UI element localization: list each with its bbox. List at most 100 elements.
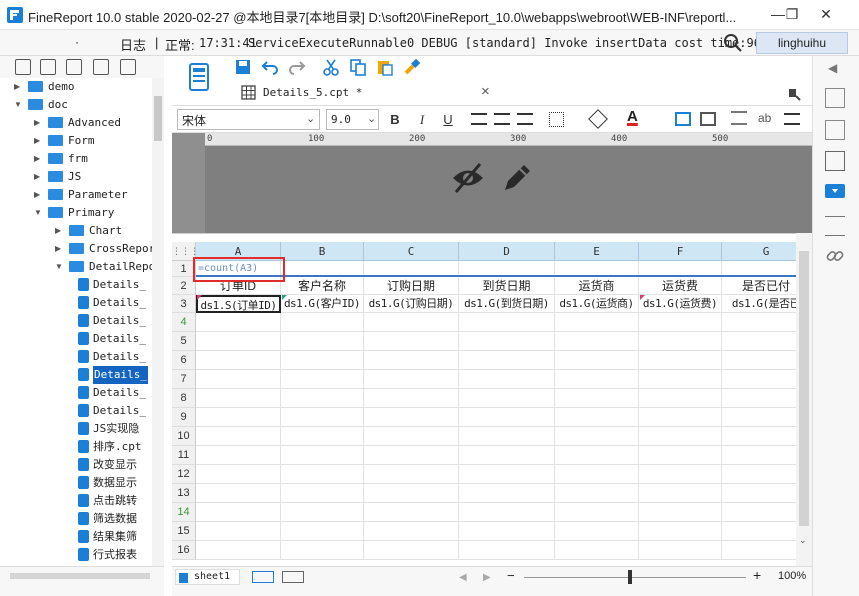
- grid-cell[interactable]: [459, 484, 555, 503]
- grid-cell[interactable]: [364, 446, 459, 465]
- grid-cell[interactable]: [281, 427, 364, 446]
- sheet-prev-icon[interactable]: ◀: [459, 572, 467, 583]
- grid-cell[interactable]: [459, 332, 555, 351]
- grid-body[interactable]: 1 2 订单ID 客户名称 订购日期 到货日期 运货商 运货费 是否已付 3 ds1.S(订单ID)…: [172, 257, 812, 571]
- expand-right-icon[interactable]: ▶: [55, 240, 65, 258]
- grid-cell[interactable]: [364, 351, 459, 370]
- row-header[interactable]: 7: [172, 370, 196, 389]
- data-field-cell[interactable]: ds1.G(运货费): [639, 295, 722, 313]
- search-icon[interactable]: [722, 32, 744, 54]
- grid-cell[interactable]: [639, 446, 722, 465]
- grid-cell[interactable]: [639, 427, 722, 446]
- condition-attribute-icon[interactable]: [825, 216, 845, 236]
- grid-cell[interactable]: [281, 313, 364, 332]
- tree-folder[interactable]: ▶ frm: [34, 150, 163, 168]
- grid-cell[interactable]: [555, 427, 639, 446]
- expand-right-icon[interactable]: ▶: [34, 114, 44, 132]
- expand-down-icon[interactable]: ▼: [34, 204, 44, 222]
- align-left-icon[interactable]: [471, 113, 487, 125]
- expand-right-icon[interactable]: ▶: [34, 168, 44, 186]
- tree-folder[interactable]: ▶ Form: [34, 132, 163, 150]
- tab-menu-icon[interactable]: [786, 86, 802, 102]
- grid-cell[interactable]: [639, 389, 722, 408]
- sheet-tab[interactable]: sheet1: [175, 569, 240, 585]
- tree-folder[interactable]: ▶ Advanced: [34, 114, 163, 132]
- grid-cell[interactable]: [459, 389, 555, 408]
- grid-cell[interactable]: [281, 446, 364, 465]
- spreadsheet-grid[interactable]: ⋮⋮⋮ ABCDEFG 1 2 订单ID 客户名称 订购日期 到货日期 运货商 运货费 是否已付…: [172, 233, 812, 566]
- cell-element-icon[interactable]: [825, 88, 845, 108]
- tree-file[interactable]: Details_: [75, 348, 163, 366]
- grid-scrollbar[interactable]: ⌄: [796, 233, 812, 566]
- grid-cell[interactable]: [364, 370, 459, 389]
- template-tab[interactable]: Details_5.cpt * ×: [235, 80, 503, 106]
- tree-file[interactable]: Details_: [75, 330, 163, 348]
- template-icon[interactable]: [188, 62, 210, 92]
- close-button[interactable]: ✕: [811, 0, 841, 30]
- bold-button[interactable]: B: [386, 110, 404, 130]
- grid-cell[interactable]: [364, 332, 459, 351]
- grid-cell[interactable]: [281, 465, 364, 484]
- expand-right-icon[interactable]: ▶: [34, 150, 44, 168]
- tree-file[interactable]: 数据显示: [75, 474, 163, 492]
- tree-folder[interactable]: ▶ Parameter: [34, 186, 163, 204]
- data-field-cell[interactable]: ds1.G(订购日期): [364, 295, 459, 313]
- settings-icon[interactable]: [93, 59, 109, 75]
- grid-cell[interactable]: [459, 541, 555, 560]
- header-cell[interactable]: 客户名称: [281, 277, 364, 295]
- grid-cell[interactable]: [196, 503, 281, 522]
- grid-cell[interactable]: [281, 541, 364, 560]
- expand-right-icon[interactable]: ▶: [14, 78, 24, 96]
- grid-cell[interactable]: [196, 370, 281, 389]
- row-header[interactable]: 14: [172, 503, 196, 522]
- grid-cell[interactable]: [639, 541, 722, 560]
- grid-cell[interactable]: [196, 446, 281, 465]
- tree-file[interactable]: Details_: [75, 366, 163, 384]
- add-report-sheet-icon[interactable]: [252, 571, 274, 583]
- border-icon[interactable]: [549, 112, 564, 127]
- paste-icon[interactable]: [376, 58, 394, 76]
- redo-icon[interactable]: [288, 58, 306, 76]
- grid-cell[interactable]: [459, 313, 555, 332]
- grid-cell[interactable]: [555, 351, 639, 370]
- grid-cell[interactable]: [639, 465, 722, 484]
- font-select[interactable]: 宋体 ⌄: [177, 109, 320, 130]
- grid-cell[interactable]: [196, 541, 281, 560]
- row-header[interactable]: 15: [172, 522, 196, 541]
- tree-file[interactable]: 行式报表: [75, 546, 163, 564]
- merge-cell-icon[interactable]: [675, 112, 691, 126]
- grid-cell[interactable]: [639, 408, 722, 427]
- hyperlink-icon[interactable]: [825, 246, 845, 266]
- zoom-out-button[interactable]: −: [507, 568, 515, 583]
- tab-label[interactable]: Details_5.cpt *: [263, 86, 362, 99]
- grid-cell[interactable]: [281, 503, 364, 522]
- column-header[interactable]: D: [459, 242, 555, 261]
- grid-cell[interactable]: [196, 389, 281, 408]
- fill-color-icon[interactable]: [588, 109, 608, 129]
- row-header[interactable]: 5: [172, 332, 196, 351]
- grid-cell[interactable]: [459, 446, 555, 465]
- tree-file[interactable]: 结果集筛: [75, 528, 163, 546]
- tab-close-icon[interactable]: ×: [481, 83, 490, 100]
- tree-folder[interactable]: ▼ Primary: [34, 204, 163, 222]
- grid-cell[interactable]: [196, 522, 281, 541]
- header-cell[interactable]: 订购日期: [364, 277, 459, 295]
- grid-cell[interactable]: [459, 408, 555, 427]
- edit-pencil-icon[interactable]: [500, 161, 534, 195]
- open-file-icon[interactable]: [66, 59, 82, 75]
- data-field-cell[interactable]: ds1.S(订单ID): [196, 295, 281, 313]
- tree-file[interactable]: 排序.cpt: [75, 438, 163, 456]
- expand-down-icon[interactable]: ▼: [55, 258, 65, 276]
- indent-icon[interactable]: [784, 113, 800, 125]
- grid-cell[interactable]: [281, 332, 364, 351]
- grid-cell[interactable]: [364, 484, 459, 503]
- expand-right-icon[interactable]: ▶: [55, 222, 65, 240]
- cell-attribute-icon[interactable]: [825, 120, 845, 140]
- grid-cell[interactable]: [196, 332, 281, 351]
- grid-cell[interactable]: [364, 465, 459, 484]
- grid-cell[interactable]: [364, 408, 459, 427]
- text-tool-label[interactable]: ab: [758, 111, 771, 125]
- copy-icon[interactable]: [349, 58, 367, 76]
- tree-file[interactable]: 改变显示: [75, 456, 163, 474]
- grid-cell[interactable]: [281, 370, 364, 389]
